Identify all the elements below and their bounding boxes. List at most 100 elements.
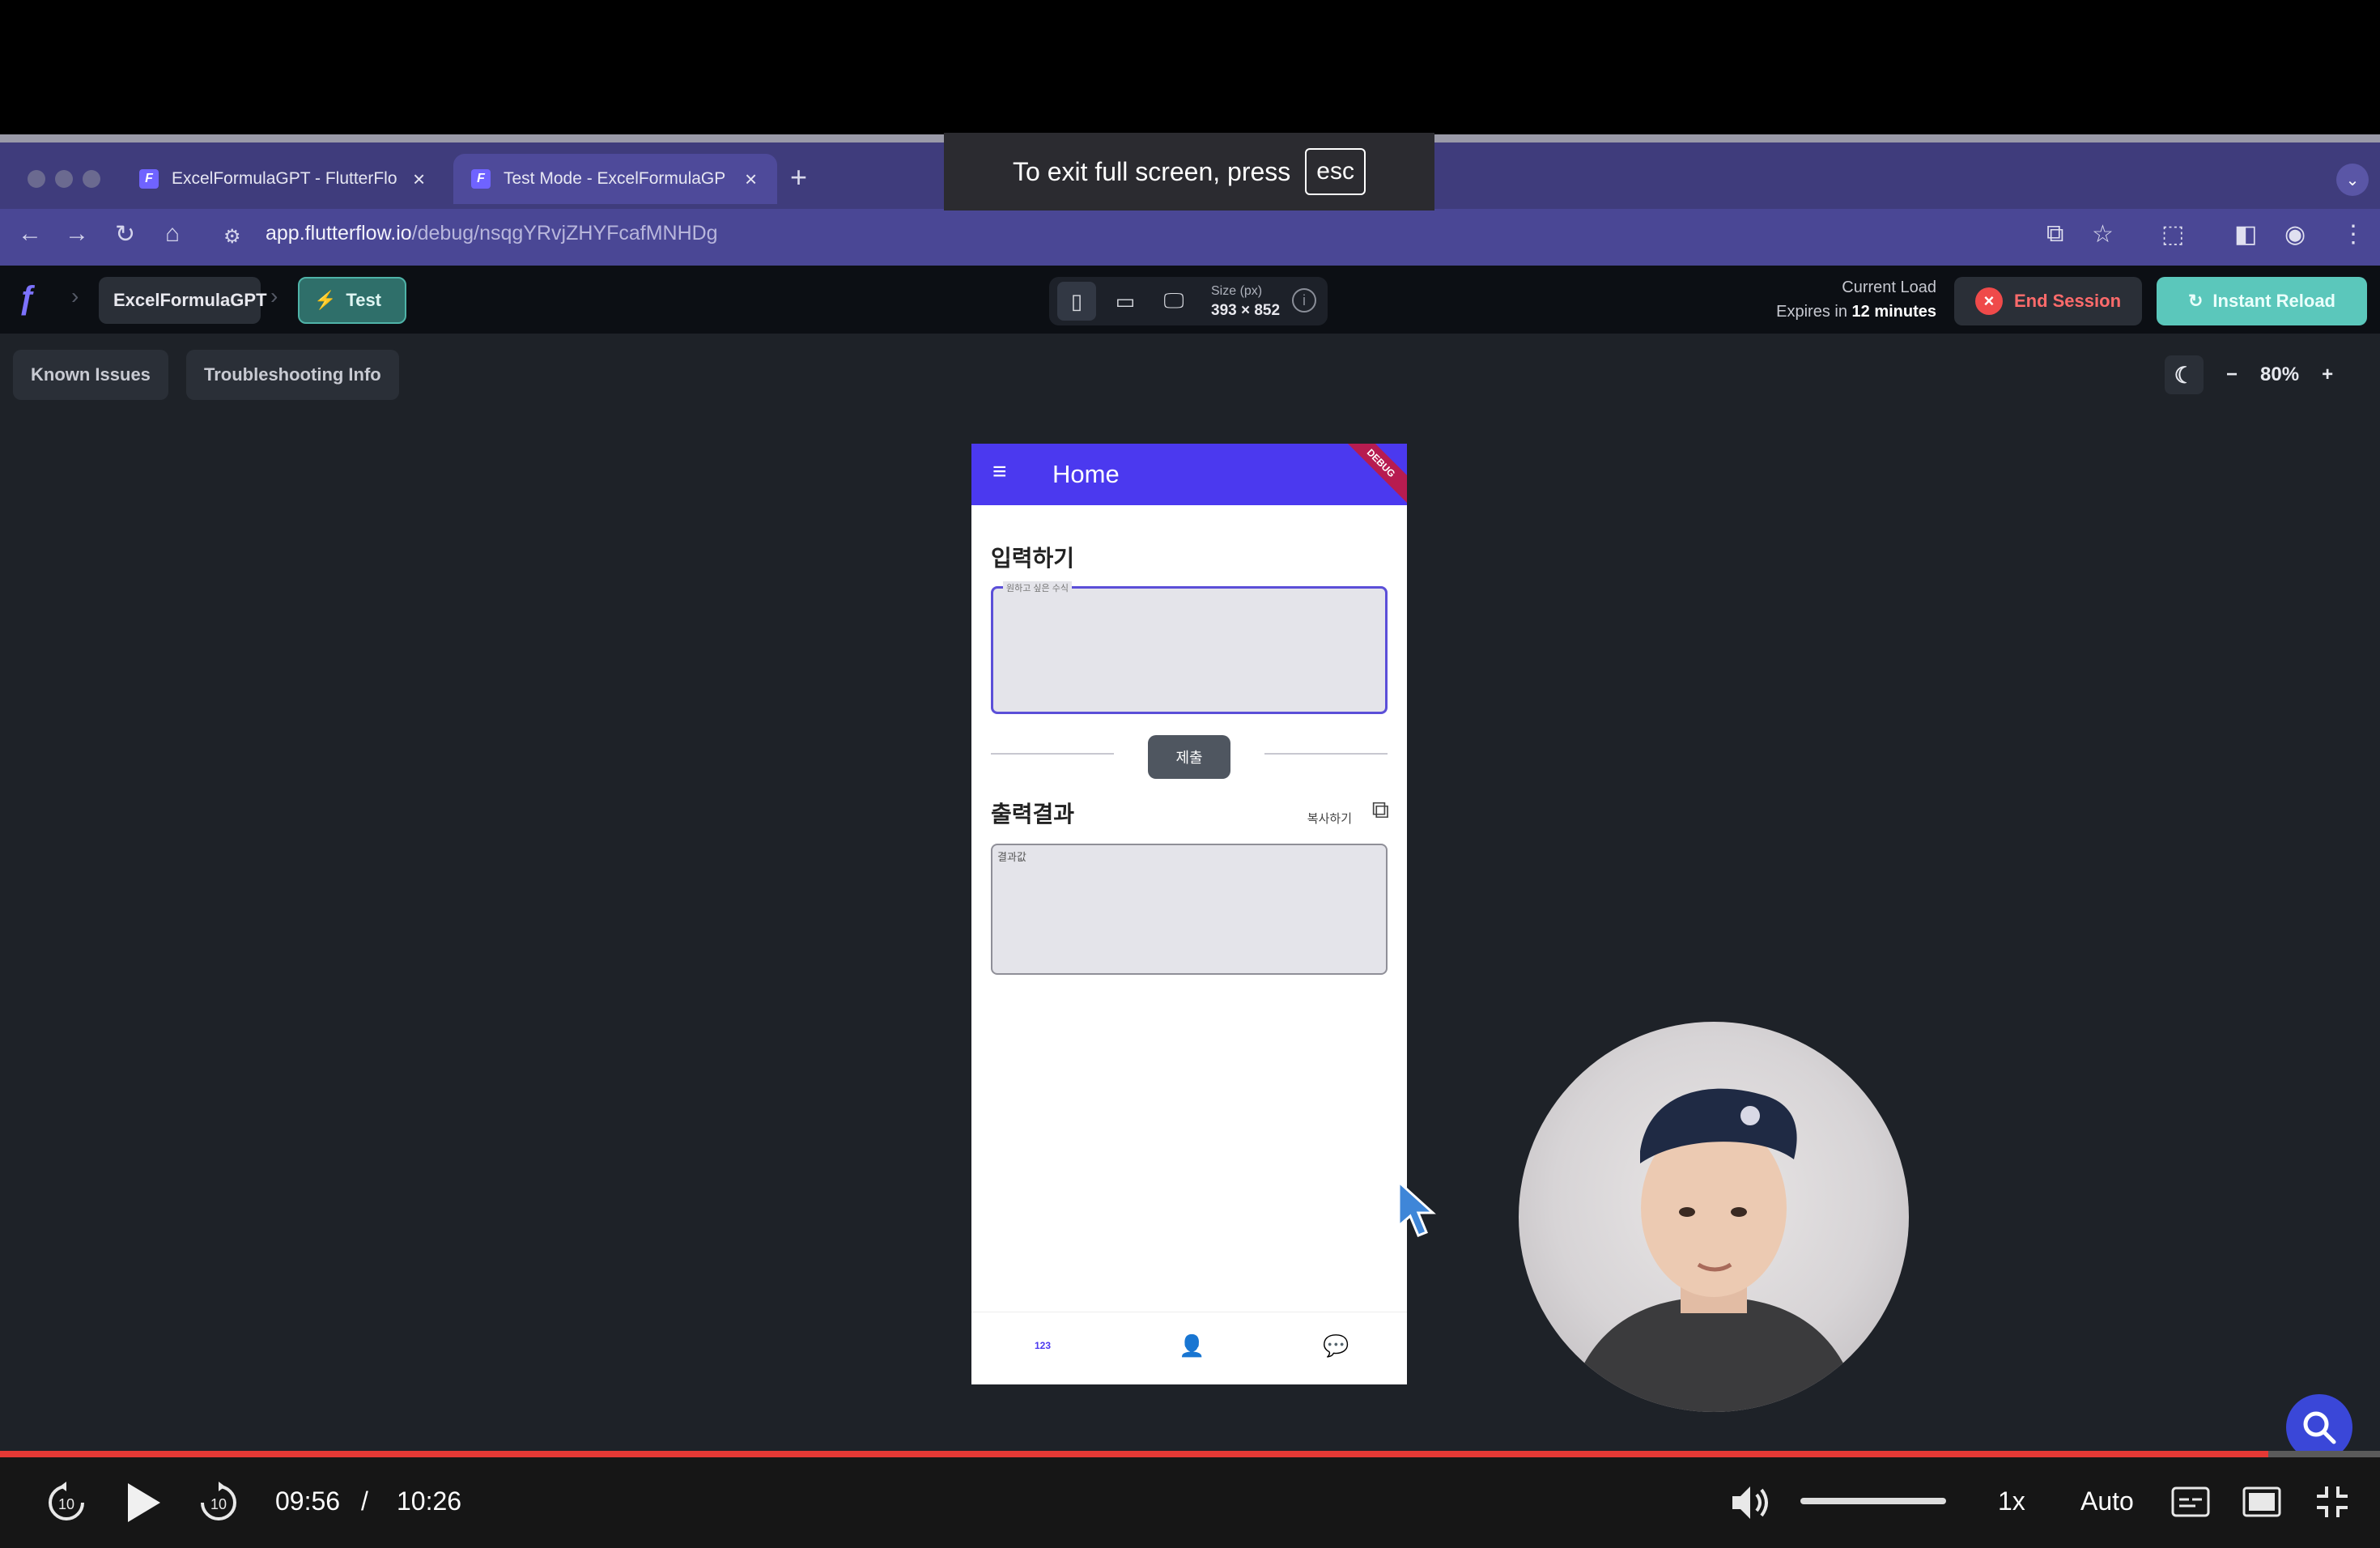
hamburger-menu-icon[interactable]: ≡ xyxy=(992,458,1007,486)
new-tab-icon[interactable]: + xyxy=(790,160,807,194)
tab-title: Test Mode - ExcelFormulaGP xyxy=(504,169,726,188)
tablet-device-icon[interactable]: ▭ xyxy=(1106,282,1145,321)
volume-icon[interactable] xyxy=(1729,1483,1771,1526)
flutterflow-logo-icon[interactable]: ƒ xyxy=(18,280,53,316)
nav-chat-icon[interactable]: 💬 xyxy=(1323,1333,1349,1359)
session-expiry: Current Load Expires in 12 minutes xyxy=(1776,275,1936,324)
bookmark-star-icon[interactable]: ☆ xyxy=(2092,220,2114,249)
phone-preview: ≡ Home DEBUG 입력하기 원하고 싶은 수식 제출 출력결과 복사하기… xyxy=(971,444,1407,1384)
home-icon[interactable]: ⌂ xyxy=(165,220,180,248)
close-circle-icon: × xyxy=(1974,287,2003,315)
playback-speed-button[interactable]: 1x xyxy=(1998,1486,2025,1516)
url-field[interactable]: app.flutterflow.io/debug/nsqgYRvjZHYFcaf… xyxy=(266,222,718,245)
preview-canvas: Known Issues Troubleshooting Info ☾ − 80… xyxy=(0,334,2380,1451)
close-tab-icon[interactable]: × xyxy=(745,167,757,192)
zoom-level: 80% xyxy=(2260,364,2300,385)
browser-tab-test-mode[interactable]: F Test Mode - ExcelFormulaGP × xyxy=(453,154,777,204)
url-host: app.flutterflow.io xyxy=(266,222,412,245)
formula-input-field[interactable]: 원하고 싶은 수식 xyxy=(991,581,1388,714)
close-tab-icon[interactable]: × xyxy=(413,167,425,192)
test-mode-chip[interactable]: ⚡ Test xyxy=(298,277,406,324)
video-control-bar: 10 10 09:56 / 10:26 1x Auto xyxy=(0,1451,2380,1548)
info-icon[interactable]: i xyxy=(1292,288,1316,313)
fullscreen-notice-text: To exit full screen, press xyxy=(1013,156,1291,186)
copy-label[interactable]: 복사하기 xyxy=(1307,810,1352,827)
instant-reload-label: Instant Reload xyxy=(2212,291,2335,311)
magnifier-icon xyxy=(2303,1411,2336,1444)
current-load-label: Current Load xyxy=(1842,279,1936,296)
dark-mode-moon-icon[interactable]: ☾ xyxy=(2165,355,2204,394)
app-bar: ≡ Home DEBUG xyxy=(971,444,1407,510)
project-name-chip[interactable]: ExcelFormulaGPT xyxy=(99,277,267,324)
quality-button[interactable]: Auto xyxy=(2080,1486,2134,1516)
minimize-window-button[interactable] xyxy=(55,170,73,188)
instant-reload-button[interactable]: ↻ Instant Reload xyxy=(2157,277,2367,325)
nav-profile-icon[interactable]: 👤 xyxy=(1179,1333,1205,1359)
extensions-icon[interactable]: ⬚ xyxy=(2161,220,2184,249)
skip-back-label: 10 xyxy=(58,1496,74,1512)
chevron-right-icon: › xyxy=(270,283,278,308)
url-path: /debug/nsqgYRvjZHYFcafMNHDg xyxy=(411,222,718,245)
known-issues-button[interactable]: Known Issues xyxy=(13,350,168,400)
bolt-icon: ⚡ xyxy=(314,290,337,310)
mouse-cursor-icon xyxy=(1397,1179,1436,1237)
esc-key: esc xyxy=(1305,148,1366,195)
reload-icon: ↻ xyxy=(2187,291,2204,311)
troubleshooting-info-button[interactable]: Troubleshooting Info xyxy=(186,350,399,400)
webcam-overlay xyxy=(1519,1022,1909,1412)
nav-home-icon[interactable]: 123 xyxy=(1035,1340,1051,1351)
app-title: Home xyxy=(1052,460,1120,488)
screen: F ExcelFormulaGPT - FlutterFlo × F Test … xyxy=(0,0,2380,1548)
copy-icon[interactable]: ⧉ xyxy=(1372,797,1389,824)
expires-value: 12 minutes xyxy=(1851,303,1936,321)
tab-title: ExcelFormulaGPT - FlutterFlo xyxy=(172,169,397,188)
skip-forward-10-icon[interactable]: 10 xyxy=(196,1480,241,1529)
debug-banner: DEBUG xyxy=(1334,444,1407,510)
video-progress-fill xyxy=(0,1451,2268,1457)
zoom-out-icon[interactable]: − xyxy=(2226,364,2238,386)
skip-back-10-icon[interactable]: 10 xyxy=(44,1480,89,1529)
profile-avatar-icon[interactable]: ◉ xyxy=(2284,220,2306,249)
size-value: 393 × 852 xyxy=(1211,302,1281,319)
desktop-device-icon[interactable]: 🖵 xyxy=(1154,282,1193,321)
volume-slider[interactable] xyxy=(1800,1498,1946,1504)
zoom-in-icon[interactable]: + xyxy=(2322,364,2333,386)
chevron-right-icon: › xyxy=(71,283,79,308)
result-output-field[interactable]: 결과값 xyxy=(991,844,1388,975)
current-time: 09:56 xyxy=(275,1486,341,1516)
install-app-icon[interactable]: ⧉ xyxy=(2046,220,2063,248)
back-arrow-icon[interactable]: ← xyxy=(18,220,42,248)
theater-mode-icon[interactable] xyxy=(2242,1486,2281,1521)
more-menu-icon[interactable]: ⋮ xyxy=(2341,220,2365,249)
skip-forward-label: 10 xyxy=(210,1496,227,1512)
device-size-readout: Size (px) 393 × 852 xyxy=(1211,282,1280,321)
maximize-window-button[interactable] xyxy=(83,170,100,188)
result-hint: 결과값 xyxy=(997,851,1026,863)
end-session-label: End Session xyxy=(2013,291,2122,311)
side-panel-icon[interactable]: ◧ xyxy=(2234,220,2257,249)
play-button[interactable] xyxy=(121,1480,164,1529)
captions-icon[interactable] xyxy=(2171,1486,2210,1521)
presenter-image xyxy=(1567,1088,1860,1412)
close-window-button[interactable] xyxy=(28,170,45,188)
exit-fullscreen-icon[interactable] xyxy=(2314,1483,2351,1525)
fullscreen-notice: To exit full screen, press esc xyxy=(944,133,1434,211)
duration: 10:26 xyxy=(397,1486,462,1516)
site-settings-icon[interactable]: ⚙ xyxy=(223,225,241,249)
submit-button[interactable]: 제출 xyxy=(1148,735,1230,779)
reload-icon[interactable]: ↻ xyxy=(115,220,135,249)
phone-device-icon[interactable]: ▯ xyxy=(1057,282,1096,321)
flutterflow-toolbar: ƒ › ExcelFormulaGPT › ⚡ Test ▯ ▭ 🖵 Size … xyxy=(0,266,2380,334)
video-progress-bar[interactable] xyxy=(0,1451,2380,1457)
browser-tab-editor[interactable]: F ExcelFormulaGPT - FlutterFlo × xyxy=(121,154,445,204)
output-section-title: 출력결과 xyxy=(991,802,1075,827)
browser-address-bar: ← → ↻ ⌂ ⚙ app.flutterflow.io/debug/nsqgY… xyxy=(0,209,2380,266)
end-session-button[interactable]: × End Session xyxy=(1954,277,2142,325)
forward-arrow-icon[interactable]: → xyxy=(65,220,89,248)
flutterflow-favicon-icon: F xyxy=(139,169,159,189)
input-section-title: 입력하기 xyxy=(991,546,1075,571)
bottom-navigation: 123 👤 💬 xyxy=(971,1312,1407,1384)
tab-search-chevron-icon[interactable]: ⌄ xyxy=(2336,164,2369,196)
divider-right xyxy=(1264,753,1388,755)
device-size-selector: ▯ ▭ 🖵 Size (px) 393 × 852 i xyxy=(1049,277,1328,325)
